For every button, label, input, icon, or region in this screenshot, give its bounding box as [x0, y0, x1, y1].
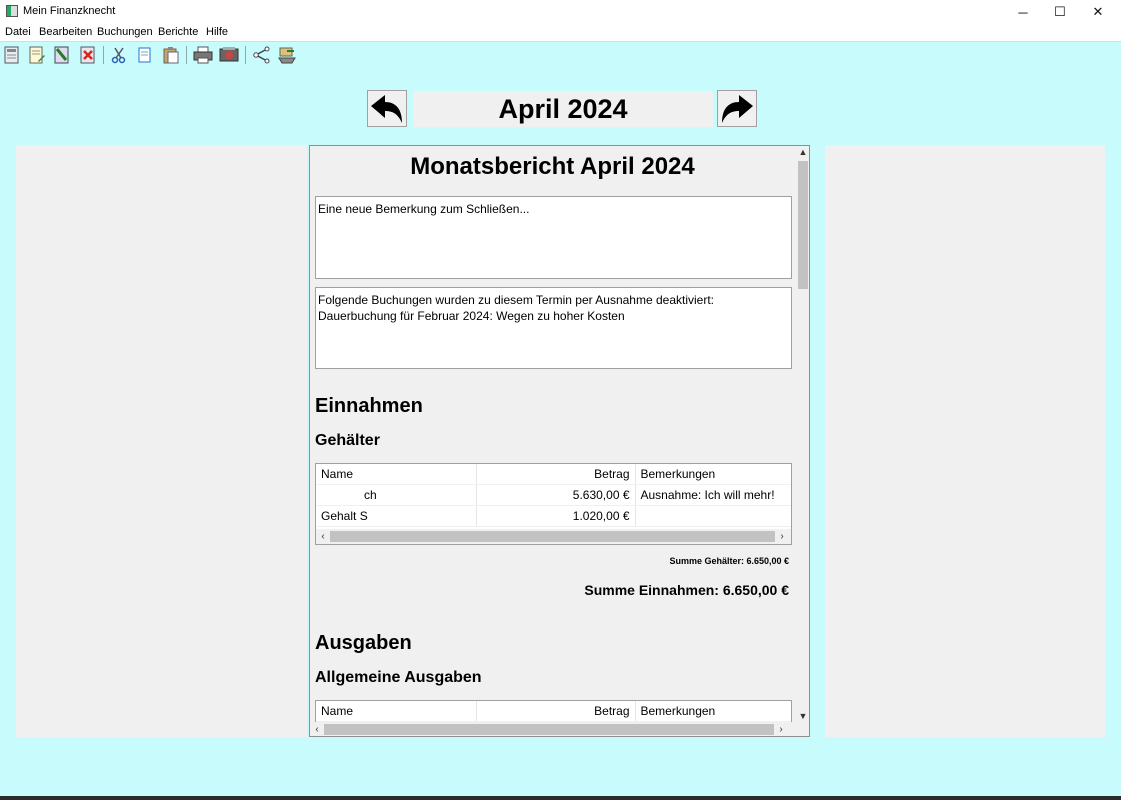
- column-header-amount[interactable]: Betrag: [476, 464, 636, 485]
- current-month-label: April 2024: [413, 91, 713, 127]
- app-icon: [6, 5, 18, 17]
- scroll-thumb[interactable]: [324, 724, 774, 735]
- income-heading: Einnahmen: [315, 395, 423, 417]
- edit-document-icon[interactable]: [27, 45, 47, 65]
- table-row[interactable]: Gehalt S 1.020,00 €: [316, 505, 791, 527]
- scroll-thumb[interactable]: [798, 161, 808, 289]
- deactivated-line-2: Dauerbuchung für Februar 2024: Wegen zu …: [318, 309, 625, 323]
- title-bar: Mein Finanzknecht ─ ☐ ✕: [0, 0, 1121, 24]
- scroll-left-icon[interactable]: ‹: [310, 724, 324, 735]
- table-row[interactable]: ch 5.630,00 € Ausnahme: Ich will mehr!: [316, 484, 791, 506]
- salary-sum: Summe Gehälter: 6.650,00 €: [669, 556, 789, 566]
- share-icon[interactable]: [251, 45, 271, 65]
- menu-buchungen[interactable]: Buchungen: [97, 26, 153, 38]
- general-expenses-heading: Allgemeine Ausgaben: [315, 669, 482, 686]
- scroll-left-icon[interactable]: ‹: [316, 531, 330, 542]
- column-header-remarks[interactable]: Bemerkungen: [635, 701, 791, 722]
- arrow-forward-icon: [722, 94, 753, 123]
- print-icon[interactable]: [193, 45, 213, 65]
- expenses-heading: Ausgaben: [315, 632, 412, 654]
- report-title: Monatsbericht April 2024: [410, 153, 695, 180]
- monthly-report: Monatsbericht April 2024 Eine neue Bemer…: [309, 145, 810, 737]
- delete-icon[interactable]: [78, 45, 98, 65]
- cell-name: Gehalt S: [316, 505, 477, 527]
- toolbar-separator: [103, 46, 104, 64]
- report-vscrollbar[interactable]: ▲ ▼: [796, 146, 809, 736]
- column-header-name[interactable]: Name: [316, 464, 477, 485]
- note-text: Eine neue Bemerkung zum Schließen...: [318, 202, 530, 216]
- close-button[interactable]: ✕: [1080, 0, 1116, 24]
- toolbar-separator: [245, 46, 246, 64]
- menu-bearbeiten[interactable]: Bearbeiten: [39, 26, 92, 38]
- cut-icon[interactable]: [109, 45, 129, 65]
- maximize-button[interactable]: ☐: [1042, 0, 1078, 24]
- salary-table: Name Betrag Bemerkungen ch 5.630,00 € Au…: [315, 463, 792, 545]
- export-icon[interactable]: [277, 45, 297, 65]
- scroll-down-icon[interactable]: ▼: [796, 711, 809, 721]
- table-header-row: Name Betrag Bemerkungen: [316, 464, 791, 485]
- cell-amount: 5.630,00 €: [476, 484, 636, 506]
- scroll-right-icon[interactable]: ›: [774, 724, 788, 735]
- window-title: Mein Finanzknecht: [23, 5, 116, 17]
- right-panel: [825, 145, 1105, 737]
- paste-icon[interactable]: [161, 45, 181, 65]
- cell-remarks: [635, 505, 791, 527]
- column-header-remarks[interactable]: Bemerkungen: [635, 464, 791, 485]
- column-header-amount[interactable]: Betrag: [476, 701, 636, 722]
- report-content: Monatsbericht April 2024 Eine neue Bemer…: [310, 146, 795, 736]
- table-header-row: Name Betrag Bemerkungen: [316, 701, 791, 722]
- deactivated-bookings-box: Folgende Buchungen wurden zu diesem Term…: [315, 287, 792, 369]
- cell-remarks: Ausnahme: Ich will mehr!: [635, 484, 791, 506]
- report-icon[interactable]: [219, 45, 239, 65]
- new-document-icon[interactable]: [2, 45, 22, 65]
- menu-hilfe[interactable]: Hilfe: [206, 26, 228, 38]
- toolbar-separator: [186, 46, 187, 64]
- menu-datei[interactable]: Datei: [5, 26, 31, 38]
- scroll-right-icon[interactable]: ›: [775, 531, 789, 542]
- toolbar: [0, 43, 1121, 69]
- minimize-button[interactable]: ─: [1005, 0, 1041, 24]
- scroll-thumb[interactable]: [330, 531, 775, 542]
- report-hscrollbar[interactable]: ‹ ›: [310, 722, 795, 736]
- arrow-back-icon: [371, 94, 402, 123]
- next-month-button[interactable]: [717, 90, 757, 127]
- previous-month-button[interactable]: [367, 90, 407, 127]
- copy-icon[interactable]: [135, 45, 155, 65]
- taskbar-strip: [0, 796, 1121, 800]
- cell-amount: 1.020,00 €: [476, 505, 636, 527]
- deactivated-line-1: Folgende Buchungen wurden zu diesem Term…: [318, 293, 715, 307]
- column-header-name[interactable]: Name: [316, 701, 477, 722]
- salary-table-hscrollbar[interactable]: ‹ ›: [316, 529, 791, 544]
- salary-heading: Gehälter: [315, 432, 380, 449]
- note-textarea[interactable]: Eine neue Bemerkung zum Schließen...: [315, 196, 792, 279]
- scroll-up-icon[interactable]: ▲: [796, 147, 809, 157]
- left-panel: [16, 145, 307, 737]
- book-icon[interactable]: [52, 45, 72, 65]
- income-sum: Summe Einnahmen: 6.650,00 €: [584, 582, 789, 598]
- menu-berichte[interactable]: Berichte: [158, 26, 198, 38]
- cell-name: ch: [316, 484, 477, 506]
- menu-bar: Datei Bearbeiten Buchungen Berichte Hilf…: [0, 24, 1121, 42]
